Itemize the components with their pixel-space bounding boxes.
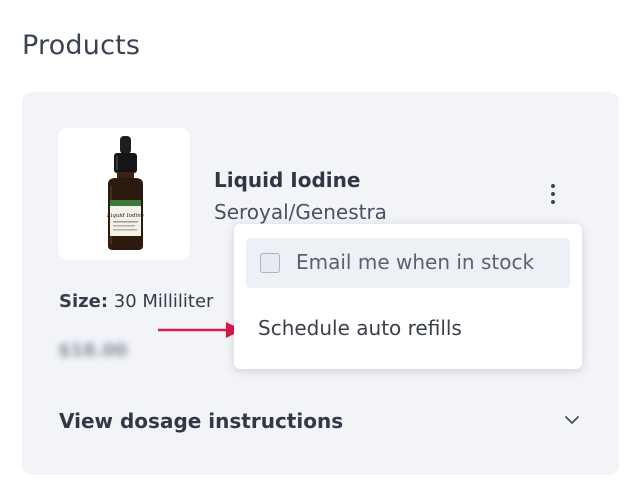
view-dosage-instructions-toggle[interactable]: View dosage instructions (59, 409, 343, 433)
product-brand: Seroyal/Genestra (214, 200, 387, 224)
menu-item-label: Email me when in stock (296, 250, 535, 274)
dropper-bottle-image: Liquid Iodine (106, 136, 145, 250)
page-title: Products (22, 30, 141, 61)
more-options-icon[interactable] (541, 180, 565, 210)
size-label: Size: (59, 291, 109, 312)
menu-item-email-when-in-stock[interactable]: Email me when in stock (246, 238, 570, 288)
options-dropdown-menu: Email me when in stock Schedule auto ref… (234, 224, 582, 369)
annotation-arrow (158, 322, 242, 338)
chevron-down-icon[interactable] (562, 410, 582, 430)
email-stock-checkbox[interactable] (260, 253, 280, 273)
size-value: 30 Milliliter (113, 291, 214, 312)
product-image: Liquid Iodine (58, 128, 190, 260)
menu-item-schedule-auto-refills[interactable]: Schedule auto refills (246, 304, 570, 354)
product-price: $18.00 (58, 340, 128, 361)
menu-item-label: Schedule auto refills (258, 316, 462, 340)
bottle-label-text: Liquid Iodine (106, 213, 145, 219)
product-size: Size: 30 Milliliter (59, 291, 213, 312)
product-name[interactable]: Liquid Iodine (214, 168, 360, 192)
